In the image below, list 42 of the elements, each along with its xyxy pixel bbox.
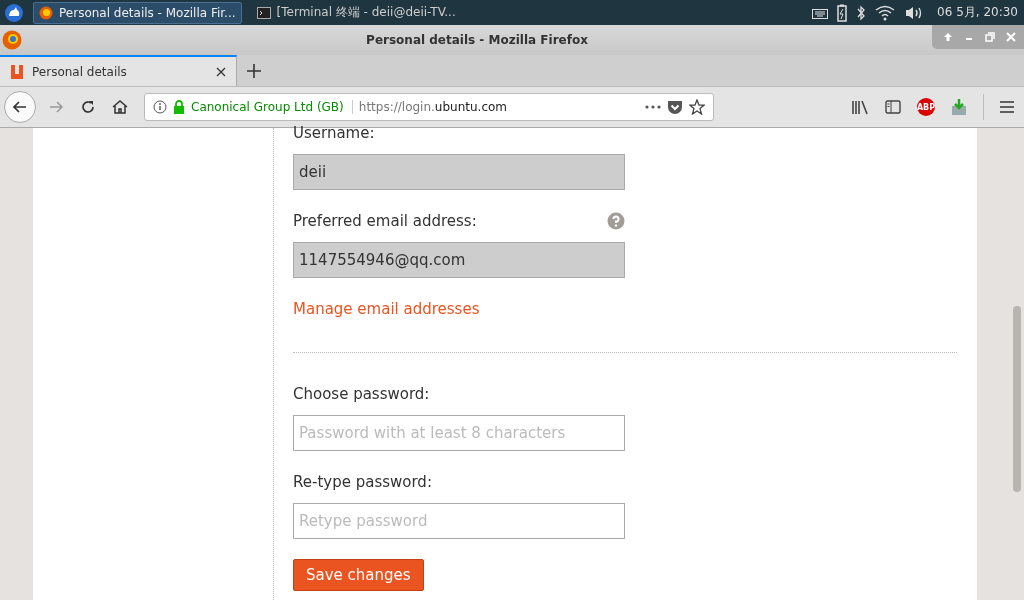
padlock-icon — [173, 100, 185, 114]
back-button[interactable] — [4, 91, 36, 123]
password-field[interactable]: Password with at least 8 characters — [293, 415, 625, 451]
field-label: Preferred email address: — [293, 212, 477, 230]
password-field[interactable]: Retype password — [293, 503, 625, 539]
clock[interactable]: 06 5月, 20:30 — [937, 4, 1018, 21]
url-text: https://login.ubuntu.com — [358, 100, 508, 114]
bluetooth-icon[interactable] — [856, 4, 867, 21]
tab-title: Personal details — [32, 64, 127, 79]
menu-icon[interactable] — [1000, 101, 1014, 113]
taskbar-window[interactable]: Personal details - Mozilla Fir... — [33, 1, 242, 24]
wifi-icon[interactable] — [875, 4, 896, 21]
address-bar[interactable]: Canonical Group Ltd (GB) https://login.ubuntu.com — [144, 93, 714, 121]
home-icon[interactable] — [112, 99, 128, 115]
app-menu-icon[interactable] — [4, 2, 24, 23]
keyboard-icon[interactable] — [812, 6, 829, 19]
browser-icon — [39, 5, 53, 20]
site-identity: Canonical Group Ltd (GB) — [191, 100, 353, 114]
save-button[interactable]: Save changes — [293, 559, 424, 591]
manage-email-link[interactable]: Manage email addresses — [293, 300, 480, 318]
more-icon[interactable] — [645, 105, 661, 109]
field-label: Re-type password: — [293, 473, 432, 491]
taskbar-window[interactable]: [Terminal 终端 - deii@deii-TV... — [250, 1, 462, 24]
back-arrow-icon — [12, 99, 28, 115]
adblock-button[interactable]: ABP — [917, 98, 935, 116]
new-tab-icon[interactable] — [247, 63, 261, 78]
field-label: Username: — [293, 124, 375, 142]
site-icon — [10, 63, 24, 80]
pocket-icon[interactable] — [667, 99, 683, 115]
star-icon[interactable] — [689, 99, 705, 115]
browser-tab[interactable]: Personal details — [0, 55, 237, 86]
scrollbar-thumb[interactable] — [1013, 306, 1021, 492]
battery-icon[interactable] — [837, 3, 848, 22]
reload-icon[interactable] — [80, 99, 96, 115]
close-icon[interactable] — [216, 66, 226, 77]
sidebar-icon[interactable] — [885, 100, 901, 114]
browser-icon — [2, 30, 22, 50]
terminal-icon — [256, 5, 271, 20]
window-title: Personal details - Mozilla Firefox — [365, 33, 589, 47]
field-label: Choose password: — [293, 385, 430, 403]
library-icon[interactable] — [851, 99, 869, 115]
info-icon[interactable] — [153, 100, 167, 114]
